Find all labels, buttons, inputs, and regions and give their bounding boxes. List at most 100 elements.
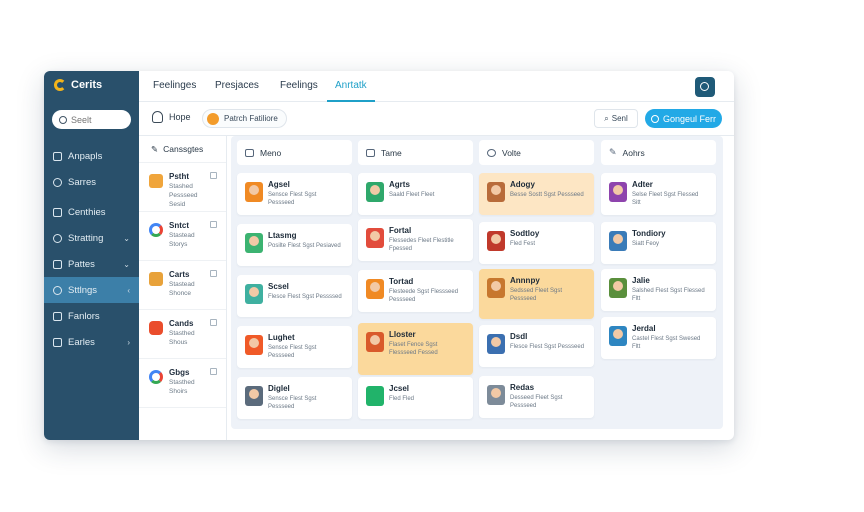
- sidebar-item-6[interactable]: Fanlors: [44, 303, 139, 329]
- card-description: Sensce Flest Sgst Pessseed: [268, 192, 317, 206]
- column-header[interactable]: Volte: [479, 140, 594, 165]
- edit-icon[interactable]: ✎: [151, 144, 158, 155]
- list-item[interactable]: Pstht Stashed Pessseed Sesid: [139, 163, 226, 212]
- card-description: Flesce Flest Sgst Pessseed: [510, 344, 585, 350]
- user-menu[interactable]: Hope: [152, 111, 191, 123]
- task-card[interactable]: Redas Desseed Fleet Sgst Pessseed: [479, 376, 594, 418]
- card-description: Sedssed Fleet Sgst Pessseed: [510, 288, 563, 302]
- settings-icon: [53, 177, 62, 187]
- sidebar-item-2[interactable]: Centhies: [44, 199, 139, 225]
- primary-button[interactable]: Gongeul Ferr: [645, 109, 722, 128]
- contact-name: Gbgs: [169, 368, 190, 377]
- task-card[interactable]: Jerdal Castel Flest Sgst Swesed Fltt: [601, 317, 716, 359]
- task-card[interactable]: Adter Selse Fleet Sgst Flessed Sitt: [601, 173, 716, 215]
- card-title: Agrts: [389, 180, 410, 189]
- avatar: [487, 231, 505, 251]
- row-checkbox[interactable]: [210, 172, 217, 179]
- sidebar-item-4[interactable]: Pattes ⌄: [44, 251, 139, 277]
- sidebar-item-1[interactable]: Sarres: [44, 169, 139, 195]
- google-logo-icon: [149, 223, 163, 237]
- sidebar-search-input[interactable]: [71, 114, 123, 125]
- lightning-icon: [366, 386, 384, 406]
- card-title: Jalie: [632, 276, 650, 285]
- avatar: [366, 182, 384, 202]
- task-card[interactable]: Diglel Sensce Flest Sgst Pessseed: [237, 377, 352, 419]
- card-title: Sodtloy: [510, 229, 540, 238]
- search-icon: [650, 114, 659, 123]
- task-card[interactable]: Tondiory Siatt Feoy: [601, 222, 716, 264]
- sidebar-item-0[interactable]: Anpapls: [44, 143, 139, 169]
- task-card[interactable]: Agsel Sensce Flest Sgst Pessseed: [237, 173, 352, 215]
- list-item[interactable]: Carts Stastead Shonce: [139, 261, 226, 310]
- column-header[interactable]: Tame: [358, 140, 473, 165]
- avatar: [487, 278, 505, 298]
- send-button[interactable]: ⌕ Senl: [594, 109, 638, 128]
- card-title: Tondiory: [632, 229, 666, 238]
- task-card[interactable]: Jcsel Fled Fled: [358, 377, 473, 419]
- column-header[interactable]: ✎ Aohrs: [601, 140, 716, 165]
- card-title: Adogy: [510, 180, 535, 189]
- task-card[interactable]: Agrts Saald Fleet Fleet: [358, 173, 473, 215]
- list-item[interactable]: Sntct Stastead Storys: [139, 212, 226, 261]
- brand[interactable]: Cerits: [54, 79, 102, 91]
- list-item[interactable]: Cands Stasthed Shous: [139, 310, 226, 359]
- avatar: [366, 332, 384, 352]
- task-card[interactable]: Scsel Flesce Flest Sgst Pessssed: [237, 275, 352, 317]
- sidebar-search[interactable]: [52, 110, 131, 129]
- task-card[interactable]: Jalie Salshed Flest Sgst Flessed Fltt: [601, 269, 716, 311]
- edit-icon: ✎: [609, 147, 617, 157]
- card-description: Castel Flest Sgst Swesed Fltt: [632, 336, 701, 350]
- card-description: Sensce Flest Sgst Pessseed: [268, 345, 317, 359]
- top-tabs: Feelinges Presjaces Feelings Anrtatk ⚲ +…: [139, 71, 734, 102]
- row-checkbox[interactable]: [210, 270, 217, 277]
- filter-chip[interactable]: Patrch Fatiliore: [202, 109, 287, 128]
- contact-name: Cands: [169, 319, 194, 328]
- settings-icon: [53, 285, 62, 295]
- row-checkbox[interactable]: [210, 319, 217, 326]
- tab-0[interactable]: Feelinges: [153, 80, 196, 102]
- sidebar-item-7[interactable]: Earles ›: [44, 329, 139, 355]
- filter-label: Patrch Fatiliore: [224, 114, 278, 123]
- sidebar-item-5[interactable]: Sttlngs ‹: [44, 277, 139, 303]
- card-description: Flesteede Sgst Flessseed Pessseed: [389, 289, 459, 303]
- app-window: Cerits Anpapls Sarres Centhies: [44, 71, 734, 440]
- search-button[interactable]: [695, 77, 715, 97]
- user-icon: [152, 111, 163, 123]
- contact-subtitle: Stastead Storys: [169, 232, 195, 248]
- card-description: Sensce Flest Sgst Pessseed: [268, 396, 317, 410]
- task-card[interactable]: Annnpy Sedssed Fleet Sgst Pessseed: [479, 269, 594, 319]
- tab-2[interactable]: Feelings: [280, 80, 318, 102]
- avatar: [245, 386, 263, 406]
- task-card[interactable]: Fortal Flessedes Fleet Flestitle Fpessed: [358, 219, 473, 261]
- column-title: Tame: [381, 147, 402, 158]
- task-card[interactable]: Tortad Flesteede Sgst Flessseed Pessseed: [358, 270, 473, 312]
- row-checkbox[interactable]: [210, 368, 217, 375]
- card-title: Diglel: [268, 384, 290, 393]
- contact-subtitle: Stastead Shonce: [169, 281, 195, 297]
- avatar: [245, 233, 263, 253]
- task-card[interactable]: Adogy Besse Sostt Sgst Pessseed: [479, 173, 594, 215]
- brand-name: Cerits: [71, 79, 103, 91]
- task-card[interactable]: Lloster Flaset Fence Sgst Flessseed Fess…: [358, 323, 473, 375]
- sidebar-item-label: Pattes: [68, 258, 95, 270]
- card-description: Selse Fleet Sgst Flessed Sitt: [632, 192, 699, 206]
- column-header[interactable]: Meno: [237, 140, 352, 165]
- gear-icon: [487, 148, 496, 157]
- list-item[interactable]: Gbgs Stasthed Shoirs: [139, 359, 226, 408]
- card-title: Jerdal: [632, 324, 656, 333]
- sidebar-item-3[interactable]: Stratting ⌄: [44, 225, 139, 251]
- card-description: Posilte Flest Sgst Pesiaved: [268, 243, 341, 249]
- tab-3[interactable]: Anrtatk: [327, 80, 375, 102]
- card-title: Agsel: [268, 180, 290, 189]
- column-title: Meno: [260, 147, 282, 158]
- task-card[interactable]: Ltasmg Posilte Flest Sgst Pesiaved: [237, 224, 352, 266]
- card-description: Saald Fleet Fleet: [389, 192, 435, 198]
- card-title: Dsdl: [510, 332, 528, 341]
- row-checkbox[interactable]: [210, 221, 217, 228]
- avatar: [149, 174, 163, 188]
- task-card[interactable]: Sodtloy Fled Fest: [479, 222, 594, 264]
- task-card[interactable]: Dsdl Flesce Flest Sgst Pessseed: [479, 325, 594, 367]
- tab-1[interactable]: Presjaces: [215, 80, 259, 102]
- task-card[interactable]: Lughet Sensce Flest Sgst Pessseed: [237, 326, 352, 368]
- sidebar-item-label: Sttlngs: [68, 284, 98, 296]
